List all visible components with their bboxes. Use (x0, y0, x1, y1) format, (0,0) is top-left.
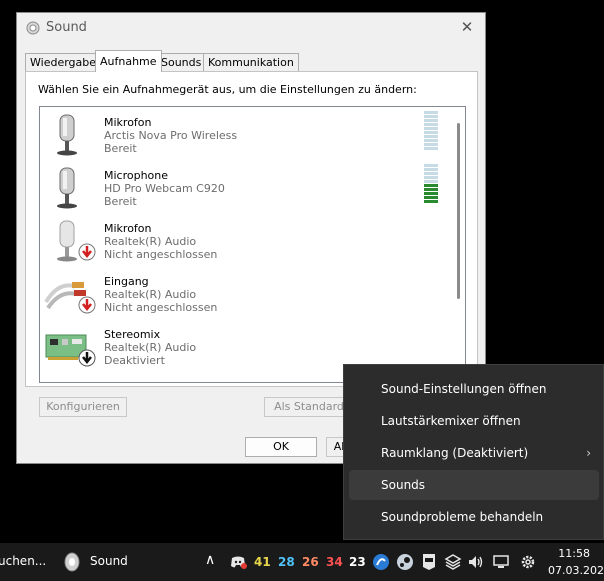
menu-item-label: Raumklang (Deaktiviert) (381, 446, 529, 460)
tray-counter[interactable]: 34 (326, 555, 343, 569)
device-name: Eingang (104, 275, 149, 288)
chevron-right-icon: › (586, 446, 591, 460)
device-model: Realtek(R) Audio (104, 235, 197, 248)
menu-item-sounds[interactable]: Sounds (349, 470, 599, 500)
menu-item-label: Soundprobleme behandeln (381, 510, 544, 524)
titlebar[interactable]: Sound ✕ (17, 13, 485, 43)
tab-aufnahme[interactable]: Aufnahme (95, 50, 162, 72)
level-meter (424, 164, 438, 204)
microphone-icon (57, 114, 77, 156)
taskbar: uchen... Sound ∧ 41 28 26 34 23 11:58 07… (0, 543, 604, 581)
tray-context-menu: Sound-Einstellungen öffnen Lautstärkemix… (343, 364, 604, 540)
gear-icon[interactable] (519, 553, 537, 571)
device-model: HD Pro Webcam C920 (104, 182, 225, 195)
device-item[interactable]: Mikrofon Realtek(R) Audio Nicht angeschl… (40, 213, 450, 266)
tray-counter[interactable]: 28 (278, 555, 295, 569)
instruction-text: Wählen Sie ein Aufnahmegerät aus, um die… (38, 83, 417, 96)
level-meter (424, 111, 438, 151)
device-item[interactable]: Mikrofon Arctis Nova Pro Wireless Bereit (40, 107, 450, 160)
close-button[interactable]: ✕ (455, 16, 479, 38)
search-box[interactable]: uchen... (0, 554, 46, 568)
device-status: Bereit (104, 195, 137, 208)
tab-kommunikation[interactable]: Kommunikation (203, 53, 299, 71)
device-model: Realtek(R) Audio (104, 288, 197, 301)
recording-panel: Wählen Sie ein Aufnahmegerät aus, um die… (25, 71, 478, 387)
chevron-up-icon[interactable]: ∧ (205, 552, 215, 568)
microphone-icon (57, 167, 77, 209)
device-name: Mikrofon (104, 222, 152, 235)
disabled-arrow-icon (78, 349, 96, 367)
menu-item-label: Sound-Einstellungen öffnen (381, 382, 547, 396)
device-name: Mikrofon (104, 116, 152, 129)
dialog-title: Sound (46, 20, 87, 35)
menu-item-sound-settings[interactable]: Sound-Einstellungen öffnen (349, 374, 599, 404)
menu-item-troubleshoot[interactable]: Soundprobleme behandeln (349, 502, 599, 532)
epic-games-icon[interactable] (420, 553, 438, 571)
browser-icon[interactable] (372, 553, 390, 571)
taskbar-app-label: Sound (90, 554, 128, 568)
device-item[interactable]: Eingang Realtek(R) Audio Nicht angeschlo… (40, 266, 450, 319)
taskbar-app-sound[interactable]: Sound (62, 551, 142, 573)
display-icon[interactable] (492, 553, 510, 571)
device-status: Bereit (104, 142, 137, 155)
tab-sounds[interactable]: Sounds (156, 53, 207, 71)
device-status: Nicht angeschlossen (104, 248, 218, 261)
device-name: Stereomix (104, 328, 161, 341)
menu-item-volume-mixer[interactable]: Lautstärkemixer öffnen (349, 406, 599, 436)
layers-icon[interactable] (444, 553, 462, 571)
device-model: Realtek(R) Audio (104, 341, 197, 354)
tray-counter[interactable]: 41 (254, 555, 271, 569)
speaker-icon (64, 552, 80, 572)
tab-wiedergabe[interactable]: Wiedergabe (25, 53, 102, 71)
menu-item-label: Lautstärkemixer öffnen (381, 414, 521, 428)
system-clock[interactable]: 11:58 07.03.2024 (548, 545, 604, 579)
disconnected-arrow-icon (78, 243, 96, 261)
tray-counter[interactable]: 26 (302, 555, 319, 569)
discord-icon[interactable] (229, 553, 247, 571)
device-list[interactable]: Mikrofon Arctis Nova Pro Wireless Bereit… (39, 106, 466, 383)
menu-item-label: Sounds (381, 478, 426, 492)
set-default-button[interactable]: Als Standard (264, 397, 354, 417)
speaker-icon (26, 21, 40, 35)
clock-date: 07.03.2024 (548, 564, 604, 577)
menu-item-spatial-sound[interactable]: Raumklang (Deaktiviert) › (349, 438, 599, 468)
device-status: Nicht angeschlossen (104, 301, 218, 314)
device-item[interactable]: Microphone HD Pro Webcam C920 Bereit (40, 160, 450, 213)
scrollbar[interactable] (457, 123, 460, 299)
ok-button[interactable]: OK (245, 437, 317, 457)
device-status: Deaktiviert (104, 354, 165, 367)
volume-icon[interactable] (467, 553, 485, 571)
set-default-label: Als Standard (274, 400, 344, 413)
clock-time: 11:58 (558, 547, 590, 560)
device-model: Arctis Nova Pro Wireless (104, 129, 238, 142)
tray-counter[interactable]: 23 (349, 555, 366, 569)
close-icon: ✕ (460, 18, 474, 36)
device-name: Microphone (104, 169, 169, 182)
disconnected-arrow-icon (78, 296, 96, 314)
steam-icon[interactable] (396, 553, 414, 571)
configure-button[interactable]: Konfigurieren (39, 397, 127, 417)
